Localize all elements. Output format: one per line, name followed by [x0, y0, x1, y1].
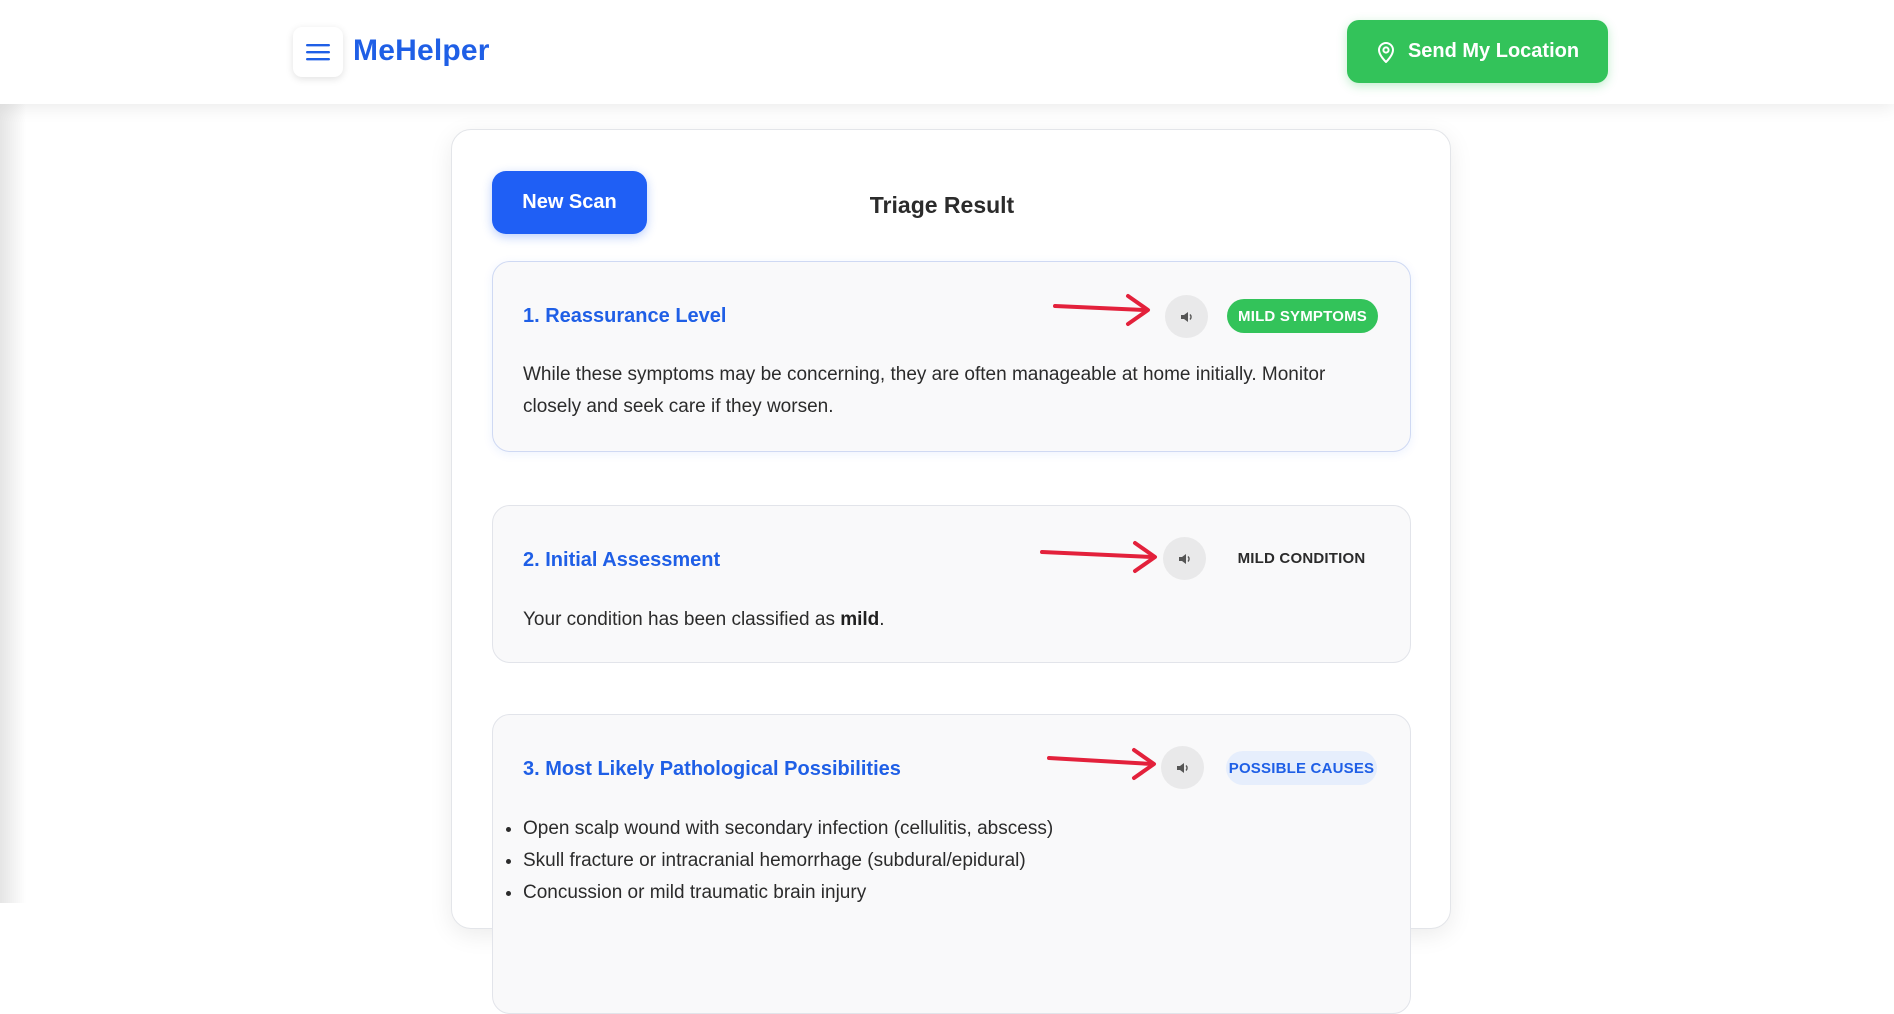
section-reassurance-level: 1. Reassurance Level MILD SYMPTOMS While… — [492, 261, 1411, 452]
section-initial-assessment: 2. Initial Assessment MILD CONDITION You… — [492, 505, 1411, 663]
list-item: Concussion or mild traumatic brain injur… — [523, 877, 1383, 909]
category-badge: POSSIBLE CAUSES — [1226, 751, 1377, 785]
section-body: Your condition has been classified as mi… — [523, 604, 1383, 636]
speaker-icon — [1180, 311, 1192, 322]
speaker-icon — [1176, 762, 1188, 773]
hamburger-menu-icon — [306, 44, 330, 61]
section-title: 2. Initial Assessment — [523, 549, 721, 571]
send-location-button[interactable]: Send My Location — [1347, 20, 1608, 83]
body-text: . — [879, 609, 885, 630]
brand-logo[interactable]: MeHelper — [353, 34, 490, 68]
section-body: While these symptoms may be concerning, … — [523, 364, 1326, 417]
page-edge-shadow — [0, 0, 26, 903]
list-item: Skull fracture or intracranial hemorrhag… — [523, 845, 1383, 877]
send-location-label: Send My Location — [1407, 40, 1580, 62]
status-badge: MILD SYMPTOMS — [1227, 299, 1378, 333]
body-text: Your condition has been classified as — [523, 609, 841, 630]
menu-button[interactable] — [293, 27, 343, 77]
status-badge: MILD CONDITION — [1237, 549, 1366, 567]
speaker-icon — [1178, 553, 1190, 564]
section-pathological-possibilities: 3. Most Likely Pathological Possibilitie… — [492, 714, 1411, 1014]
causes-list: Open scalp wound with secondary infectio… — [523, 813, 1383, 909]
new-scan-button[interactable]: New Scan — [492, 171, 647, 234]
page-title: Triage Result — [869, 192, 1015, 218]
body-emphasis: mild — [840, 609, 880, 630]
top-header: MeHelper Send My Location — [0, 0, 1894, 104]
triage-result-card: New Scan Triage Result 1. Reassurance Le… — [451, 129, 1451, 1014]
read-aloud-button[interactable] — [1165, 295, 1208, 338]
section-title: 3. Most Likely Pathological Possibilitie… — [523, 758, 901, 780]
read-aloud-button[interactable] — [1161, 746, 1204, 789]
read-aloud-button[interactable] — [1163, 537, 1206, 580]
map-pin-icon — [1377, 41, 1394, 63]
section-title: 1. Reassurance Level — [523, 305, 727, 327]
list-item: Open scalp wound with secondary infectio… — [523, 813, 1383, 845]
